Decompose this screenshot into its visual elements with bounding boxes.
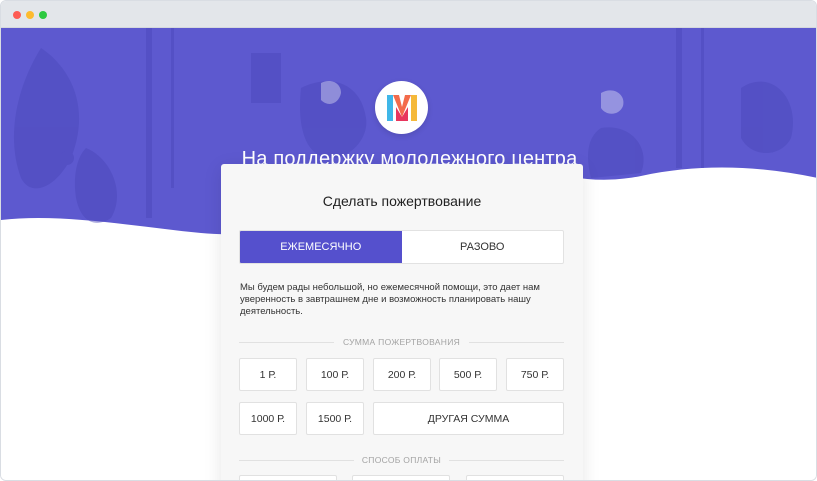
brand-logo — [375, 81, 428, 134]
amount-option-1000[interactable]: 1000 Р. — [239, 402, 297, 435]
amount-option-750[interactable]: 750 Р. — [506, 358, 564, 391]
amount-option-1500[interactable]: 1500 Р. — [306, 402, 364, 435]
donation-description: Мы будем рады небольшой, но ежемесячной … — [240, 282, 540, 317]
maximize-window-button[interactable] — [39, 11, 47, 19]
close-window-button[interactable] — [13, 11, 21, 19]
payment-section-label: СПОСОБ ОПЛАТЫ — [239, 455, 564, 465]
payment-method-option[interactable] — [239, 475, 337, 480]
payment-method-option[interactable] — [352, 475, 450, 480]
donation-form-card: Сделать пожертвование ЕЖЕМЕСЯЧНО РАЗОВО … — [221, 164, 583, 480]
form-title: Сделать пожертвование — [322, 193, 482, 209]
browser-window: На поддержку молодежного центра Сделать … — [0, 0, 817, 481]
amount-option-1[interactable]: 1 Р. — [239, 358, 297, 391]
payment-method-option[interactable] — [466, 475, 564, 480]
monthly-option[interactable]: ЕЖЕМЕСЯЧНО — [240, 231, 402, 263]
minimize-window-button[interactable] — [26, 11, 34, 19]
one-time-option[interactable]: РАЗОВО — [402, 231, 564, 263]
amount-option-500[interactable]: 500 Р. — [439, 358, 497, 391]
amount-option-100[interactable]: 100 Р. — [306, 358, 364, 391]
logo-m-icon — [386, 94, 417, 121]
other-amount-button[interactable]: ДРУГАЯ СУММА — [373, 402, 564, 435]
amount-section-label: СУММА ПОЖЕРТВОВАНИЯ — [239, 337, 564, 347]
frequency-toggle: ЕЖЕМЕСЯЧНО РАЗОВО — [239, 230, 564, 264]
amount-option-200[interactable]: 200 Р. — [373, 358, 431, 391]
window-titlebar — [1, 1, 816, 28]
